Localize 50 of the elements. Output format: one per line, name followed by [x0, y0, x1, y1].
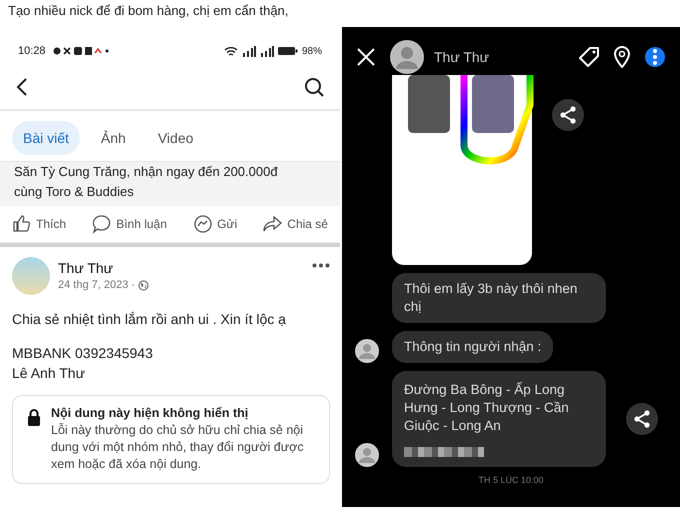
tab[interactable]: Bài viết	[12, 121, 80, 155]
post-text: cùng Toro & Buddies	[14, 183, 135, 201]
caption-text: Tạo nhiều nick để đi bom hàng, chị em cẩn thận,	[7, 2, 290, 20]
photo-placeholder	[408, 75, 450, 133]
battery-icon	[278, 46, 298, 56]
lock-icon	[27, 408, 41, 426]
image-message[interactable]	[392, 75, 532, 265]
tag-icon[interactable]	[578, 46, 600, 68]
more-options-icon[interactable]	[312, 263, 330, 268]
search-icon[interactable]	[304, 77, 324, 97]
timestamp: TH 5 LÚC 10:00	[477, 475, 545, 485]
status-time: 10:28	[18, 45, 46, 57]
signal-icon	[260, 46, 274, 56]
share-icon[interactable]	[552, 99, 584, 131]
post-text: Lê Anh Thư	[12, 364, 86, 383]
battery-percent: 98%	[302, 46, 322, 56]
contact-name: Thư Thư	[434, 49, 490, 65]
thumbs-up-icon	[12, 214, 32, 234]
post-date: 24 thg 7, 2023 ·	[58, 279, 136, 291]
avatar	[12, 257, 50, 295]
message-bubble: Thôi em lấy 3b này thôi nhen chị	[392, 273, 606, 323]
like-button[interactable]: Thích	[12, 214, 66, 234]
notice-title: Nội dung này hiện không hiển thị	[51, 406, 250, 420]
wifi-icon	[224, 46, 238, 56]
info-icon[interactable]	[644, 46, 666, 68]
avatar-icon	[355, 443, 379, 467]
close-icon[interactable]	[356, 47, 376, 67]
share-icon[interactable]	[626, 403, 658, 435]
notice-text: Lỗi này thường do chủ sở hữu chỉ chia sẻ nội dung với một nhóm nhỏ, thay đổi người được xem hoặc đã xóa nội dung.	[51, 422, 305, 473]
author-name[interactable]: Thư Thư	[58, 260, 150, 276]
message-text: Đường Ba Bông - Ấp Long Hưng - Long Thượng - Cần Giuộc - Long An	[404, 381, 570, 435]
comment-button[interactable]: Bình luận	[92, 214, 167, 234]
share-button[interactable]: Chia sẻ	[263, 214, 328, 234]
signal-icon	[242, 46, 256, 56]
tab[interactable]: Ảnh	[90, 121, 137, 155]
speech-bubble-icon	[92, 214, 112, 234]
avatar-icon	[355, 339, 379, 363]
photo-placeholder	[472, 75, 514, 133]
share-arrow-icon	[263, 214, 284, 234]
post-text: MBBANK 0392345943	[12, 344, 154, 363]
back-icon[interactable]	[16, 77, 28, 97]
messenger-icon	[193, 214, 214, 234]
post-text: Săn Tỳ Cung Trăng, nhận ngay đến 200.000đ	[14, 163, 279, 181]
send-button[interactable]: Gửi	[193, 214, 238, 234]
notification-icons	[52, 46, 109, 56]
location-pin-icon[interactable]	[614, 46, 630, 68]
post-text: Chia sẻ nhiệt tình lắm rồi anh ui . Xin ít lộc ạ	[12, 310, 287, 329]
tab[interactable]: Video	[146, 121, 204, 155]
message-bubble: Thông tin người nhận :	[392, 331, 554, 363]
avatar-icon	[390, 40, 424, 74]
